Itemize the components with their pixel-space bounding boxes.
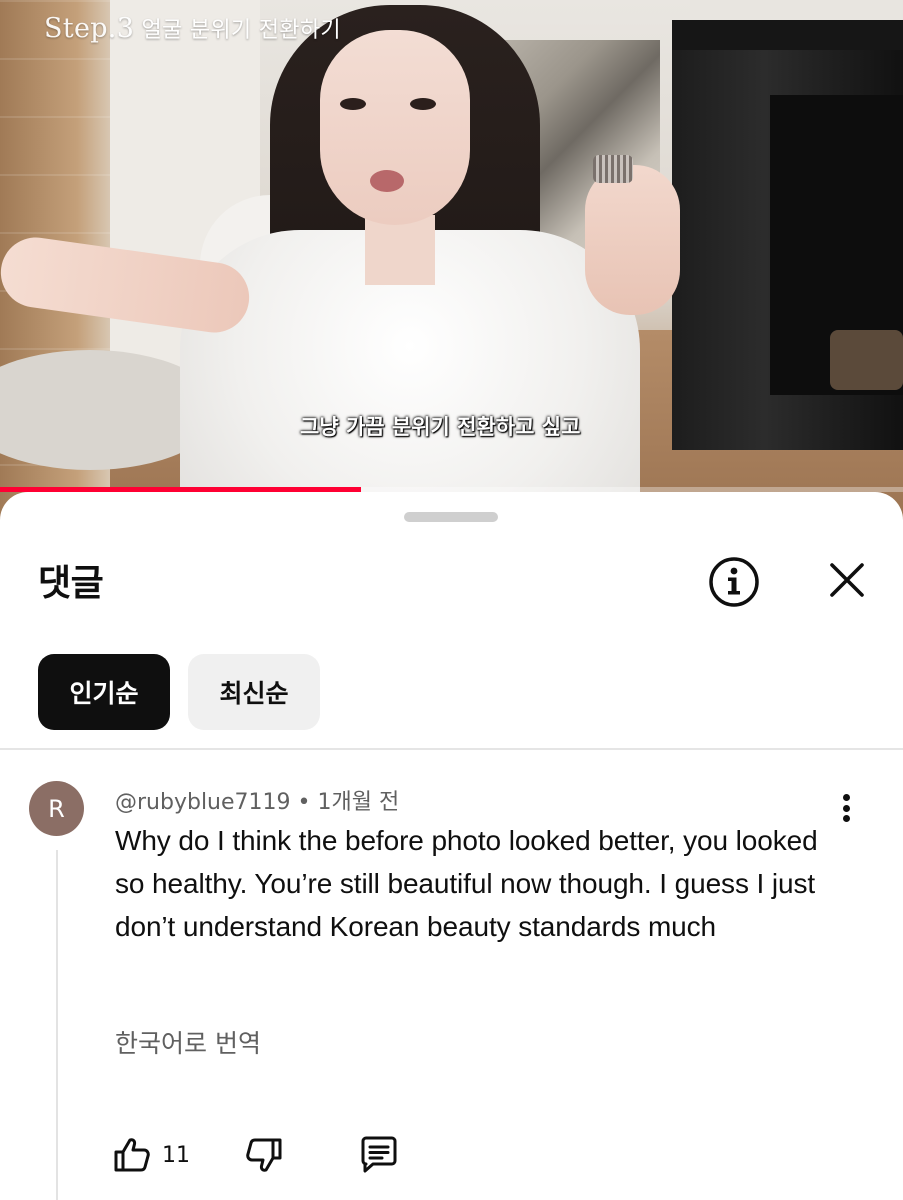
video-hair-clip bbox=[593, 155, 633, 183]
comment-time: 1개월 전 bbox=[317, 790, 400, 815]
close-button[interactable] bbox=[822, 555, 872, 605]
meta-separator: • bbox=[297, 790, 311, 815]
dislike-button[interactable] bbox=[244, 1133, 284, 1177]
comments-title: 댓글 bbox=[38, 563, 104, 604]
close-icon bbox=[830, 563, 864, 597]
video-title-overlay: Step.3 얼굴 분위기 전환하기 bbox=[44, 12, 341, 44]
divider bbox=[0, 748, 903, 750]
video-title-text: 얼굴 분위기 전환하기 bbox=[141, 18, 341, 43]
thumbs-up-icon bbox=[114, 1138, 150, 1172]
video-person-face bbox=[320, 30, 470, 225]
more-dot bbox=[842, 804, 850, 812]
video-subtitle: 그냥 가끔 분위기 전환하고 싶고 bbox=[300, 415, 581, 439]
translate-link[interactable]: 한국어로 번역 bbox=[115, 1024, 261, 1060]
video-person-eye bbox=[410, 98, 436, 110]
more-dot bbox=[842, 794, 850, 801]
like-count: 11 bbox=[162, 1142, 190, 1168]
video-person-mouth bbox=[370, 170, 404, 192]
video-player[interactable]: Step.3 얼굴 분위기 전환하기 그냥 가끔 분위기 전환하고 싶고 bbox=[0, 0, 903, 520]
comment-meta: @rubyblue7119 • 1개월 전 bbox=[115, 784, 399, 816]
info-icon bbox=[709, 557, 759, 607]
video-scene-logs bbox=[830, 330, 903, 390]
thumbs-down-icon bbox=[246, 1138, 282, 1172]
sheet-drag-handle[interactable] bbox=[404, 512, 498, 522]
video-person-neck bbox=[365, 215, 435, 285]
sort-chip-top[interactable]: 인기순 bbox=[38, 654, 170, 730]
reply-button[interactable] bbox=[358, 1133, 400, 1177]
comment-text: Why do I think the before photo looked b… bbox=[115, 825, 818, 942]
info-button[interactable] bbox=[707, 555, 761, 609]
thread-line bbox=[56, 850, 58, 1200]
sort-chip-newest[interactable]: 최신순 bbox=[188, 654, 320, 730]
reply-icon bbox=[361, 1136, 397, 1173]
like-button[interactable]: 11 bbox=[112, 1133, 190, 1177]
comments-sheet: 댓글 인기순 최신순 R @rubyblue7119 • 1개월 전 Why d… bbox=[0, 492, 903, 1200]
avatar[interactable]: R bbox=[29, 781, 84, 836]
video-person-hand bbox=[585, 165, 680, 315]
comment-author[interactable]: @rubyblue7119 bbox=[115, 790, 291, 815]
video-person-eye bbox=[340, 98, 366, 110]
video-title-step: Step.3 bbox=[44, 13, 135, 44]
